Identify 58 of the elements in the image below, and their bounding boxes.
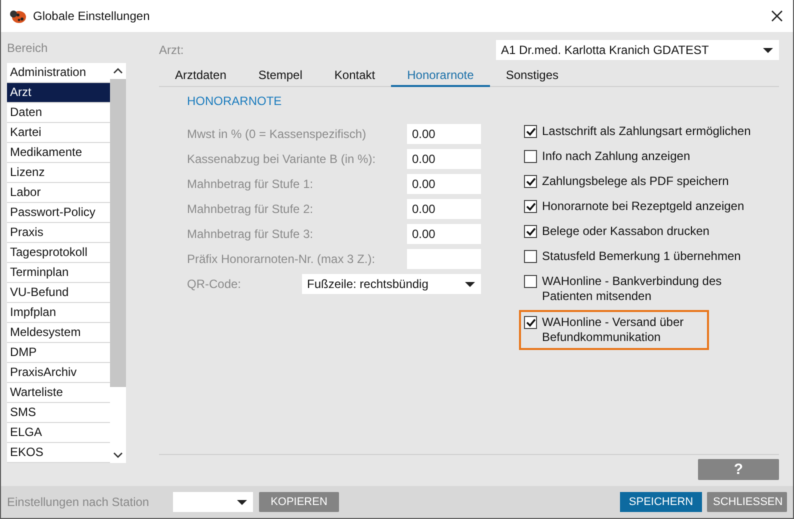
- doctor-dropdown[interactable]: A1 Dr.med. Karlotta Kranich GDATEST: [496, 40, 779, 60]
- field-label: Kassenabzug bei Variante B (in %):: [187, 152, 376, 166]
- input-field[interactable]: 0.00: [407, 224, 481, 244]
- field-label: QR-Code:: [187, 277, 242, 291]
- scroll-down-icon: [113, 452, 123, 458]
- field-label: Mahnbetrag für Stufe 3:: [187, 227, 314, 241]
- close-icon: [771, 10, 783, 22]
- tab[interactable]: Honorarnote: [391, 66, 490, 87]
- close-button[interactable]: SCHLIESSEN: [707, 492, 787, 512]
- checkbox-label: Lastschrift als Zahlungsart ermöglichen: [542, 124, 751, 139]
- checkbox-label: Zahlungsbelege als PDF speichern: [542, 174, 729, 189]
- checkbox-label: Statusfeld Bemerkung 1 übernehmen: [542, 249, 741, 264]
- checkbox[interactable]: [524, 250, 537, 263]
- footer-label: Einstellungen nach Station: [7, 495, 150, 509]
- checkbox[interactable]: [524, 175, 537, 188]
- scrollbar[interactable]: [110, 63, 126, 463]
- field-label: Mwst in % (0 = Kassenspezifisch): [187, 127, 366, 141]
- caret-icon: [236, 498, 248, 506]
- checkbox-label: Honorarnote bei Rezeptgeld anzeigen: [542, 199, 744, 214]
- checkbox-label: Belege oder Kassabon drucken: [542, 224, 710, 239]
- scroll-up-icon: [113, 68, 123, 74]
- tab[interactable]: Kontakt: [318, 66, 392, 85]
- checkbox-label: Info nach Zahlung anzeigen: [542, 149, 690, 164]
- input-field[interactable]: 0.00: [407, 124, 481, 144]
- tab[interactable]: Stempel: [242, 66, 318, 85]
- caret-icon: [762, 46, 774, 54]
- checkbox[interactable]: [524, 150, 537, 163]
- check-icon: [526, 127, 536, 136]
- field-label: Präfix Honorarnoten-Nr. (max 3 Z.):: [187, 252, 376, 266]
- sidebar-item[interactable]: Arzt: [7, 83, 110, 103]
- checkbox-label: WAHonline - Bankverbindung des Patienten mitsenden: [542, 274, 723, 304]
- checkbox[interactable]: [524, 316, 537, 329]
- checkbox[interactable]: [524, 225, 537, 238]
- save-button[interactable]: SPEICHERN: [620, 492, 702, 512]
- window-title: Globale Einstellungen: [33, 9, 151, 23]
- check-icon: [526, 177, 536, 186]
- check-icon: [526, 318, 536, 327]
- checkbox[interactable]: [524, 275, 537, 288]
- check-icon: [526, 202, 536, 211]
- tab[interactable]: Arztdaten: [159, 66, 242, 85]
- help-button[interactable]: ?: [698, 459, 779, 480]
- tab[interactable]: Sonstiges: [490, 66, 575, 85]
- qr-code-dropdown[interactable]: Fußzeile: rechtsbündig: [302, 274, 481, 294]
- checkbox[interactable]: [524, 200, 537, 213]
- field-label: Arzt:: [159, 43, 184, 57]
- input-field[interactable]: 0.00: [407, 174, 481, 194]
- copy-button[interactable]: KOPIEREN: [259, 492, 339, 512]
- sidebar-heading: Bereich: [7, 41, 49, 57]
- check-icon: [526, 227, 536, 236]
- input-field[interactable]: [407, 249, 481, 269]
- checkbox[interactable]: [524, 125, 537, 138]
- checkbox-label: WAHonline - Versand über Befundkommunikation: [542, 315, 685, 345]
- caret-icon: [464, 280, 476, 288]
- section-title: HONORARNOTE: [187, 94, 283, 110]
- field-label: Mahnbetrag für Stufe 1:: [187, 177, 314, 191]
- field-label: Mahnbetrag für Stufe 2:: [187, 202, 314, 216]
- input-field[interactable]: 0.00: [407, 149, 481, 169]
- input-field[interactable]: 0.00: [407, 199, 481, 219]
